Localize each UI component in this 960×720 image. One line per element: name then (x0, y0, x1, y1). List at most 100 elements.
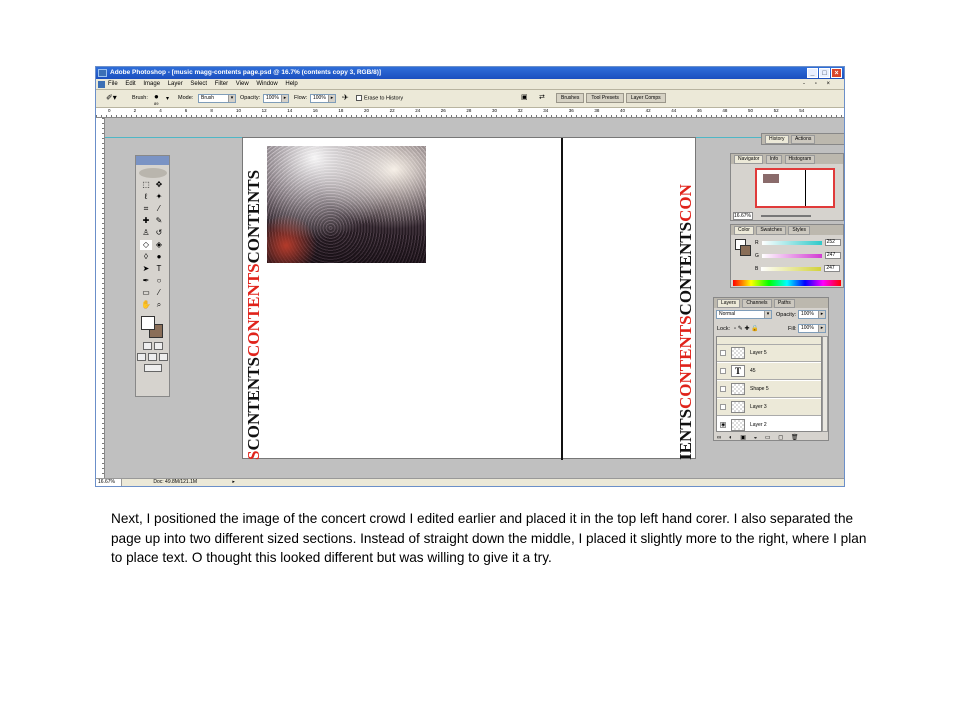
tab-styles[interactable]: Styles (788, 226, 811, 235)
eraser-tool-preset-icon[interactable]: ✐▾ (106, 93, 117, 102)
airbrush-icon[interactable]: ✈ (342, 93, 349, 102)
foreground-color-swatch[interactable] (140, 316, 155, 330)
maximize-button[interactable]: □ (819, 68, 830, 78)
path-selection-tool-icon[interactable]: ➤ (140, 264, 152, 274)
layer-row[interactable]: Layer 3 (717, 399, 821, 416)
shape-tool-icon[interactable]: ○ (153, 276, 165, 286)
pen-tool-icon[interactable]: ✒ (140, 276, 152, 286)
channel-value-input[interactable]: 247 (824, 252, 841, 259)
status-zoom[interactable]: 16.67% (96, 479, 122, 486)
checkbox-box[interactable] (356, 95, 362, 101)
quick-mask-mode-icon[interactable] (153, 342, 163, 350)
vertical-ruler[interactable] (96, 118, 105, 480)
navigator-zoom-slider[interactable] (761, 215, 811, 217)
history-brush-tool-icon[interactable]: ↺ (153, 228, 165, 238)
document-menu-icon[interactable] (98, 81, 105, 88)
full-screen-icon[interactable] (159, 353, 168, 361)
opacity-input[interactable]: 100% ▸ (263, 94, 289, 103)
type-tool-icon[interactable]: T (153, 264, 165, 274)
channel-slider[interactable] (761, 253, 822, 258)
menu-view[interactable]: View (236, 81, 249, 87)
slice-tool-icon[interactable]: ⁄ (153, 204, 165, 214)
menu-image[interactable]: Image (143, 81, 160, 87)
layer-row[interactable]: Shape 5 (717, 381, 821, 398)
marquee-tool-icon[interactable]: ⬚ (140, 180, 152, 190)
brush-preview-icon[interactable]: ● (154, 92, 159, 101)
layer-visibility-eye-icon[interactable] (720, 368, 726, 374)
clone-stamp-tool-icon[interactable]: ♙ (140, 228, 152, 238)
paint-bucket-tool-icon[interactable]: ◈ (153, 240, 165, 250)
tab-color[interactable]: Color (734, 226, 754, 235)
layers-panel-footer-icons[interactable]: ∞ ◐ ▣ ◒ ▭ ◻ 🗑 (717, 434, 801, 441)
channel-value-input[interactable]: 252 (824, 239, 841, 246)
file-browser-icon[interactable]: ▣ (521, 93, 528, 101)
layer-visibility-eye-icon[interactable] (720, 404, 726, 410)
move-tool-icon[interactable]: ✥ (153, 180, 165, 190)
menu-help[interactable]: Help (285, 81, 297, 87)
tab-actions[interactable]: Actions (790, 135, 816, 144)
brush-tool-icon[interactable]: ✎ (153, 216, 165, 226)
lock-icons[interactable]: ▫ ✎ ✚ 🔒 (734, 325, 759, 332)
dodge-tool-icon[interactable]: ● (153, 252, 165, 262)
menu-filter[interactable]: Filter (215, 81, 228, 87)
layer-visibility-eye-icon[interactable] (720, 350, 726, 356)
fill-input[interactable]: 100% ▸ (798, 324, 826, 333)
lasso-tool-icon[interactable]: ℓ (140, 192, 152, 202)
tab-channels[interactable]: Channels (742, 299, 772, 308)
layer-row[interactable]: T 45 (717, 363, 821, 380)
eraser-tool-icon[interactable]: ◇ (140, 240, 152, 250)
mode-select[interactable]: Brush ▾ (198, 94, 236, 103)
close-button[interactable]: × (831, 68, 842, 78)
channel-value-input[interactable]: 247 (824, 265, 841, 272)
standard-mode-icon[interactable] (142, 342, 152, 350)
layer-row[interactable]: ◉ Layer 2 (717, 417, 821, 431)
well-tab-brushes[interactable]: Brushes (556, 93, 585, 103)
blur-tool-icon[interactable]: ◊ (140, 252, 152, 262)
tab-histogram[interactable]: Histogram (784, 155, 816, 164)
menu-select[interactable]: Select (190, 81, 207, 87)
jump-to-imageready-icon[interactable] (143, 364, 162, 372)
channel-slider[interactable] (761, 266, 822, 271)
flow-input[interactable]: 100% ▸ (310, 94, 336, 103)
document-window-controls[interactable]: - ▫ × (803, 79, 834, 90)
blend-mode-select[interactable]: Normal ▾ (716, 310, 772, 319)
healing-brush-tool-icon[interactable]: ✚ (140, 216, 152, 226)
tab-layers[interactable]: Layers (717, 299, 741, 308)
navigator-zoom-value[interactable]: 16.67% (733, 212, 753, 220)
magic-wand-tool-icon[interactable]: ✦ (153, 192, 165, 202)
brush-dropdown-icon[interactable]: ▾ (166, 95, 169, 102)
tab-info[interactable]: Info (765, 155, 783, 164)
standard-screen-icon[interactable] (137, 353, 146, 361)
crop-tool-icon[interactable]: ⌗ (140, 204, 152, 214)
layer-row-partial[interactable] (717, 337, 821, 345)
tools-palette-header[interactable] (136, 156, 169, 165)
navigator-preview[interactable] (755, 168, 835, 208)
well-tab-tool-presets[interactable]: Tool Presets (586, 93, 624, 103)
layer-visibility-eye-icon[interactable]: ◉ (720, 422, 726, 428)
zoom-tool-icon[interactable]: ⌕ (153, 300, 165, 310)
notes-tool-icon[interactable]: ▭ (140, 288, 152, 298)
full-screen-menu-icon[interactable] (148, 353, 157, 361)
tab-navigator[interactable]: Navigator (734, 155, 764, 164)
document-canvas[interactable]: SCONTENTSCONTENTSCONTENTS IENTSCONTENTSC… (242, 137, 696, 460)
erase-to-history-checkbox[interactable]: Erase to History (356, 95, 403, 101)
layer-visibility-eye-icon[interactable] (720, 386, 726, 392)
tab-history[interactable]: History (765, 135, 789, 144)
layer-list[interactable]: Layer 5 T 45 Shape 5 Layer 3 ◉ Layer 2 (716, 336, 822, 432)
layer-row[interactable]: Layer 5 (717, 345, 821, 362)
status-menu-arrow-icon[interactable]: ▸ (232, 479, 235, 486)
palette-toggle-icon[interactable]: ⇄ (539, 93, 545, 101)
menu-window[interactable]: Window (256, 81, 277, 87)
menu-edit[interactable]: Edit (125, 81, 135, 87)
hand-tool-icon[interactable]: ✋ (140, 300, 152, 310)
eyedropper-tool-icon[interactable]: ⁄ (153, 288, 165, 298)
layer-list-scrollbar[interactable] (822, 336, 828, 432)
tab-paths[interactable]: Paths (773, 299, 795, 308)
tab-swatches[interactable]: Swatches (756, 226, 787, 235)
menu-layer[interactable]: Layer (168, 81, 183, 87)
color-ramp[interactable] (733, 280, 841, 286)
color-panel-background[interactable] (740, 245, 751, 256)
well-tab-layer-comps[interactable]: Layer Comps (625, 93, 666, 103)
horizontal-ruler[interactable]: 0 2 4 6 8 10 12 14 16 18 20 22 24 26 28 30 32 34 36 38 40 42 4… (96, 108, 844, 118)
menu-file[interactable]: File (108, 81, 118, 87)
